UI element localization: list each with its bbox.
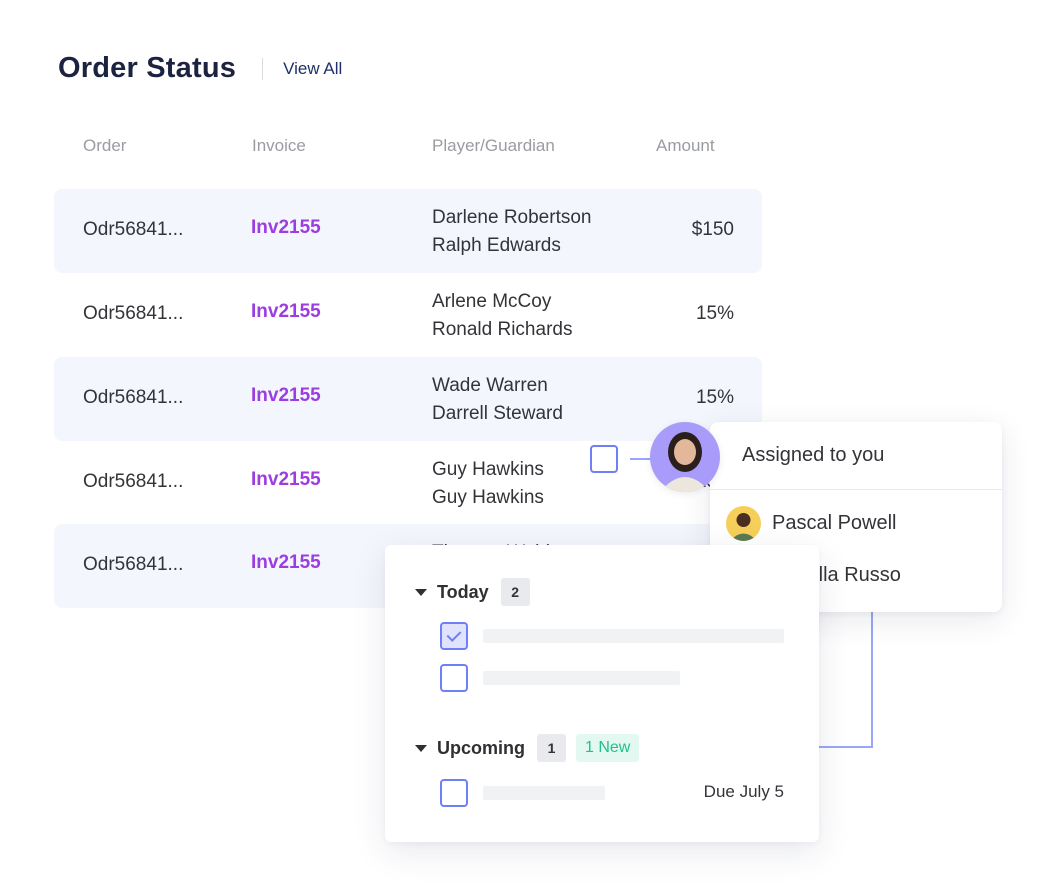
task-placeholder bbox=[483, 786, 605, 800]
connector-line bbox=[871, 612, 873, 748]
invoice-link[interactable]: Inv2155 bbox=[251, 217, 321, 239]
view-all-link[interactable]: View All bbox=[283, 59, 342, 79]
group-header-today[interactable]: Today 2 bbox=[415, 578, 530, 606]
assignee-name: Pascal Powell bbox=[772, 512, 897, 534]
player-guardian: Darlene Robertson Ralph Edwards bbox=[432, 204, 591, 260]
player-guardian: Wade Warren Darrell Steward bbox=[432, 372, 563, 428]
group-title: Today bbox=[437, 581, 489, 602]
column-header-player-guardian: Player/Guardian bbox=[432, 136, 555, 155]
guardian-name: Guy Hawkins bbox=[432, 487, 544, 508]
title-divider bbox=[262, 57, 264, 80]
amount: 15% bbox=[695, 387, 734, 408]
guardian-name: Darrell Steward bbox=[432, 403, 563, 424]
invoice-link[interactable]: Inv2155 bbox=[251, 552, 321, 574]
task-item bbox=[440, 664, 790, 692]
count-badge: 1 bbox=[537, 734, 566, 762]
group-title: Upcoming bbox=[437, 737, 525, 758]
task-placeholder bbox=[483, 671, 680, 685]
due-date: Due July 5 bbox=[703, 782, 784, 801]
player-name: Arlene McCoy bbox=[432, 291, 552, 312]
avatar bbox=[726, 506, 761, 541]
column-header-order: Order bbox=[83, 136, 127, 155]
task-checkbox[interactable] bbox=[440, 622, 468, 650]
player-name: Guy Hawkins bbox=[432, 459, 544, 480]
order-id: Odr56841... bbox=[83, 387, 184, 408]
assign-checkbox[interactable] bbox=[590, 445, 618, 473]
order-id: Odr56841... bbox=[83, 219, 184, 240]
count-badge: 2 bbox=[500, 578, 530, 606]
caret-down-icon bbox=[415, 588, 427, 596]
guardian-name: Ronald Richards bbox=[432, 319, 573, 340]
divider bbox=[710, 489, 1002, 490]
task-checkbox[interactable] bbox=[440, 664, 468, 692]
player-guardian: Guy Hawkins Guy Hawkins bbox=[432, 456, 544, 512]
player-guardian: Arlene McCoy Ronald Richards bbox=[432, 288, 572, 344]
task-checkbox[interactable] bbox=[440, 779, 468, 807]
invoice-link[interactable]: Inv2155 bbox=[251, 469, 321, 491]
column-header-invoice: Invoice bbox=[252, 136, 306, 155]
connector-line bbox=[630, 458, 652, 460]
task-item: Due July 5 bbox=[440, 779, 790, 807]
order-id: Odr56841... bbox=[83, 471, 184, 492]
order-id: Odr56841... bbox=[83, 554, 184, 575]
table-row[interactable]: Odr56841... Inv2155 Arlene McCoy Ronald … bbox=[54, 273, 762, 357]
guardian-name: Ralph Edwards bbox=[432, 235, 561, 256]
tasks-panel: Today 2 Upcoming 1 1 New Due July 5 bbox=[385, 545, 819, 842]
amount: $150 bbox=[691, 219, 734, 240]
player-name: Wade Warren bbox=[432, 375, 548, 396]
caret-down-icon bbox=[415, 744, 427, 752]
header: Order Status View All bbox=[58, 52, 342, 85]
new-badge: 1 New bbox=[576, 734, 640, 762]
amount: 15% bbox=[695, 303, 734, 324]
assign-popover-title: Assigned to you bbox=[742, 444, 885, 466]
assignee-option[interactable]: Pascal Powell bbox=[726, 506, 897, 541]
table-row[interactable]: Odr56841... Inv2155 Wade Warren Darrell … bbox=[54, 357, 762, 441]
task-placeholder bbox=[483, 629, 784, 643]
group-header-upcoming[interactable]: Upcoming 1 1 New bbox=[415, 734, 640, 762]
page-title: Order Status bbox=[58, 52, 237, 84]
invoice-link[interactable]: Inv2155 bbox=[251, 385, 321, 407]
table-row[interactable]: Odr56841... Inv2155 Darlene Robertson Ra… bbox=[54, 189, 762, 273]
invoice-link[interactable]: Inv2155 bbox=[251, 301, 321, 323]
column-header-amount: Amount bbox=[656, 136, 715, 155]
order-id: Odr56841... bbox=[83, 303, 184, 324]
current-user-avatar[interactable] bbox=[650, 422, 720, 492]
player-name: Darlene Robertson bbox=[432, 207, 592, 228]
task-item bbox=[440, 622, 790, 650]
